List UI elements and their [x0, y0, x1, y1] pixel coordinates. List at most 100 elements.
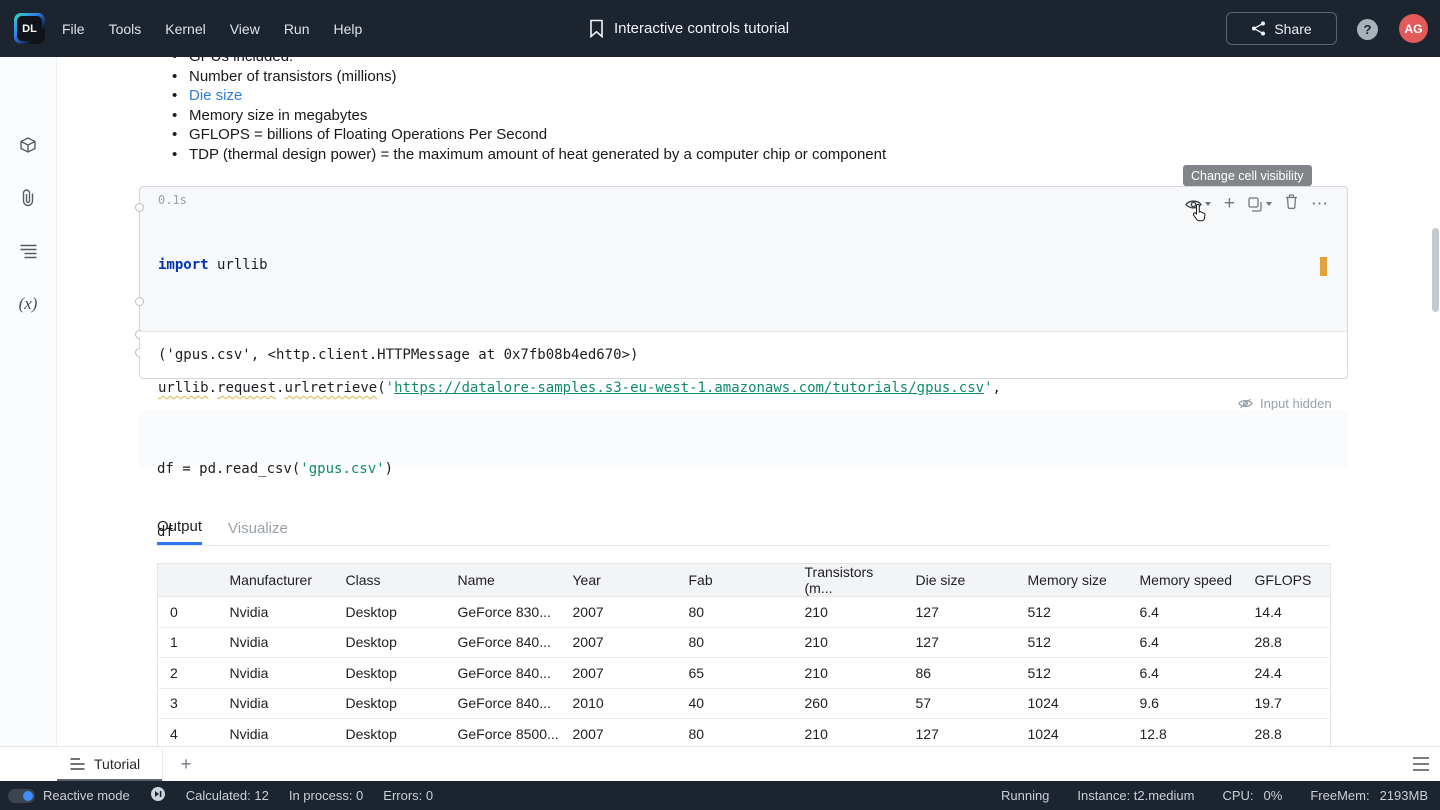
output-text: ('gpus.csv', <http.client.HTTPMessage at…	[158, 347, 638, 363]
cell-handle[interactable]	[135, 297, 144, 306]
memory-label: FreeMem:	[1310, 788, 1369, 803]
column-header	[158, 564, 218, 597]
list-item: GFLOPS = billions of Floating Operations…	[170, 125, 886, 145]
list-item-text: TDP (thermal design power) = the maximum…	[189, 146, 886, 163]
table-row: 0NvidiaDesktopGeForce 830...200780210127…	[158, 597, 1331, 628]
code-token: ,	[993, 380, 1001, 396]
memory-info: FreeMem: 2193MB	[1310, 788, 1428, 803]
menu-file[interactable]: File	[62, 21, 85, 37]
add-sheet-button[interactable]: +	[176, 754, 196, 774]
table-cell: Desktop	[334, 627, 446, 658]
code-token: '	[984, 380, 992, 396]
sidebar-item-attachments[interactable]	[0, 181, 56, 215]
cpu-value: 0%	[1264, 788, 1283, 803]
menu-help[interactable]: Help	[334, 21, 363, 37]
menu-view[interactable]: View	[230, 21, 260, 37]
notebook-tab-bar: Tutorial +	[0, 746, 1440, 781]
table-cell: 80	[677, 627, 793, 658]
table-cell: GeForce 840...	[446, 627, 561, 658]
tab-visualize[interactable]: Visualize	[228, 511, 288, 545]
die-size-link[interactable]: Die size	[189, 87, 242, 104]
avatar[interactable]: AG	[1399, 14, 1428, 43]
sidebar-item-outline[interactable]	[0, 234, 56, 268]
status-right: Running Instance: t2.medium CPU: 0% Free…	[1001, 788, 1440, 803]
code-token: (	[377, 380, 385, 396]
calculated-count: Calculated: 12	[186, 788, 269, 803]
toggle-knob	[23, 791, 33, 801]
tab-tutorial[interactable]: Tutorial	[57, 747, 163, 781]
table-cell: 4	[158, 719, 218, 750]
vertical-scrollbar[interactable]	[1432, 228, 1439, 312]
table-cell: 2007	[561, 719, 677, 750]
bookmark-icon[interactable]	[589, 19, 604, 38]
url-link[interactable]: https://datalore-samples.s3-eu-west-1.am…	[394, 380, 984, 396]
warning-stripe-marker	[1320, 257, 1327, 276]
memory-value: 2193MB	[1380, 788, 1428, 803]
table-cell: 512	[1016, 658, 1128, 689]
tab-output[interactable]: Output	[157, 511, 202, 545]
cpu-label: CPU:	[1222, 788, 1253, 803]
table-cell: 127	[904, 597, 1016, 628]
cpu-info: CPU: 0%	[1222, 788, 1282, 803]
tabs-divider	[157, 545, 1330, 546]
code-line: df = pd.read_csv('gpus.csv')	[157, 459, 393, 480]
sidebar-item-variables[interactable]: (x)	[0, 287, 56, 321]
code-token: import	[158, 257, 209, 273]
duplicate-cell-button[interactable]	[1248, 197, 1272, 212]
table-cell: 210	[793, 597, 904, 628]
package-icon	[19, 136, 37, 154]
table-cell: GeForce 840...	[446, 688, 561, 719]
share-button[interactable]: Share	[1226, 12, 1337, 45]
mouse-cursor	[1191, 204, 1208, 230]
code-cell-urllib: 0.1s + ⋯ import urllib urllib.request.ur…	[139, 186, 1348, 379]
recalculate-button[interactable]	[150, 786, 166, 805]
reactive-mode-label: Reactive mode	[43, 788, 130, 803]
table-cell: 6.4	[1128, 658, 1243, 689]
add-cell-button[interactable]: +	[1224, 197, 1235, 211]
table-row: 3NvidiaDesktopGeForce 840...201040260571…	[158, 688, 1331, 719]
help-button[interactable]: ?	[1357, 19, 1378, 40]
table-cell: 12.8	[1128, 719, 1243, 750]
code-token: 'gpus.csv'	[300, 461, 384, 477]
table-cell: 512	[1016, 597, 1128, 628]
table-cell: 0	[158, 597, 218, 628]
table-cell: 210	[793, 658, 904, 689]
sheets-menu-button[interactable]	[1412, 757, 1430, 776]
reactive-mode-toggle-group: Reactive mode	[8, 788, 130, 803]
more-options-button[interactable]: ⋯	[1311, 199, 1329, 209]
list-item: TDP (thermal design power) = the maximum…	[170, 145, 886, 165]
table-cell: 14.4	[1243, 597, 1331, 628]
tooltip-change-cell-visibility: Change cell visibility	[1183, 165, 1312, 186]
code-token: urlretrieve	[284, 380, 377, 396]
cell-handle[interactable]	[135, 203, 144, 212]
delete-cell-button[interactable]	[1285, 194, 1298, 214]
list-item-text: Number of transistors (millions)	[189, 68, 397, 85]
table-cell: Desktop	[334, 597, 446, 628]
outline-icon	[20, 244, 37, 259]
left-sidebar: (x)	[0, 57, 57, 746]
menu-kernel[interactable]: Kernel	[165, 21, 205, 37]
menu-run[interactable]: Run	[284, 21, 310, 37]
errors-count: Errors: 0	[383, 788, 433, 803]
menu-tools[interactable]: Tools	[109, 21, 142, 37]
code-token: df = pd.read_csv(	[157, 461, 300, 477]
table-cell: 512	[1016, 627, 1128, 658]
table-cell: 24.4	[1243, 658, 1331, 689]
tab-label: Tutorial	[94, 756, 140, 772]
reactive-mode-toggle[interactable]	[8, 789, 35, 803]
output-tabs: Output Visualize	[157, 511, 288, 545]
code-token: .	[209, 380, 217, 396]
code-token: request	[217, 380, 276, 396]
notebook-title-group: Interactive controls tutorial	[589, 0, 789, 57]
datalore-logo[interactable]: DL	[14, 13, 45, 44]
code-editor[interactable]: df = pd.read_csv('gpus.csv') df	[157, 417, 393, 585]
sidebar-item-packages[interactable]	[0, 128, 56, 162]
trash-icon	[1285, 194, 1298, 209]
code-cell-dataframe: df = pd.read_csv('gpus.csv') df	[139, 410, 1348, 468]
table-cell: 57	[904, 688, 1016, 719]
variables-icon: (x)	[19, 294, 38, 314]
table-cell: 9.6	[1128, 688, 1243, 719]
column-header: Name	[446, 564, 561, 597]
table-cell: 6.4	[1128, 597, 1243, 628]
notebook-title[interactable]: Interactive controls tutorial	[614, 20, 789, 37]
